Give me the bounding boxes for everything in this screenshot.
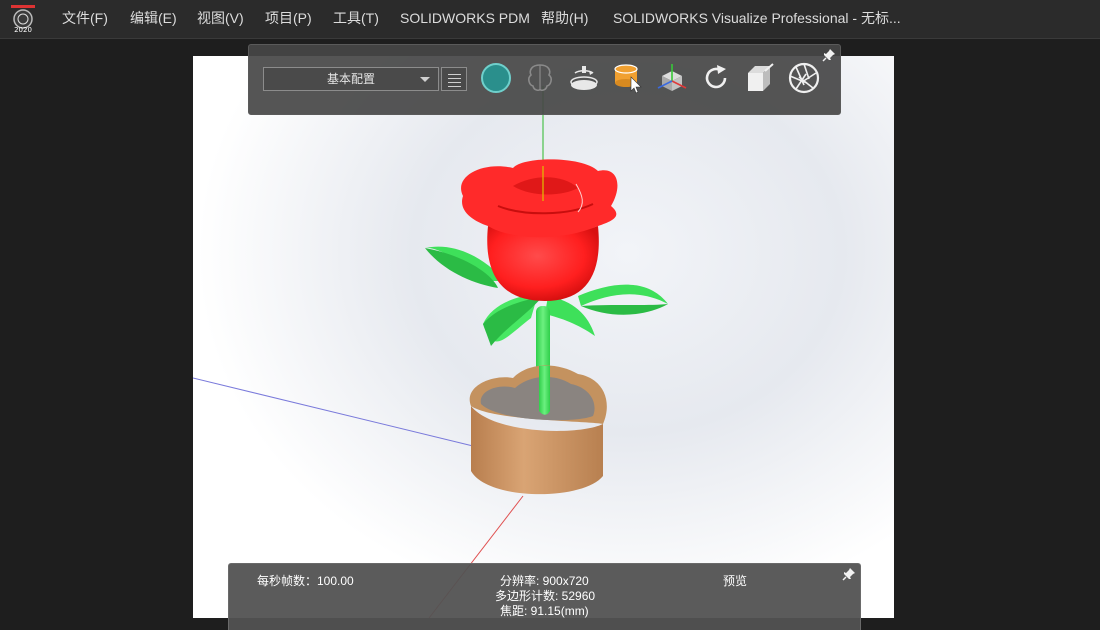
pin-icon[interactable] xyxy=(842,567,856,581)
menu-file[interactable]: 文件(F) xyxy=(62,0,108,38)
leaf-right xyxy=(578,284,668,306)
window-title: SOLIDWORKS Visualize Professional - 无标..… xyxy=(613,10,901,26)
box-camera-icon[interactable] xyxy=(743,61,777,95)
render-mode-label: 预览 xyxy=(723,574,748,588)
rose-bloom xyxy=(487,226,599,301)
brain-icon[interactable] xyxy=(523,61,557,95)
floating-toolbar: 基本配置 xyxy=(248,44,841,115)
pin-icon[interactable] xyxy=(822,48,836,62)
app-logo-icon[interactable]: 2020 xyxy=(10,5,36,34)
select-part-icon[interactable] xyxy=(611,61,645,95)
aperture-icon[interactable] xyxy=(787,61,821,95)
refresh-icon[interactable] xyxy=(699,61,733,95)
menu-tools[interactable]: 工具(T) xyxy=(333,0,379,38)
focal-length-readout: 焦距: 91.15(mm) xyxy=(500,604,589,618)
configuration-label: 基本配置 xyxy=(326,72,375,86)
x-axis-line xyxy=(193,377,474,447)
menu-edit[interactable]: 编辑(E) xyxy=(130,0,177,38)
configuration-list-button[interactable] xyxy=(441,67,467,91)
menu-bar: 2020 文件(F) 编辑(E) 视图(V) 项目(P) 工具(T) SOLID… xyxy=(0,0,1100,39)
configuration-select[interactable]: 基本配置 xyxy=(263,67,439,91)
turntable-icon[interactable] xyxy=(567,61,601,95)
chevron-down-icon xyxy=(420,77,430,82)
menu-view[interactable]: 视图(V) xyxy=(197,0,244,38)
render-viewport[interactable] xyxy=(193,56,894,618)
menu-project[interactable]: 项目(P) xyxy=(265,0,312,38)
rose-petals-top xyxy=(461,159,618,238)
menu-pdm[interactable]: SOLIDWORKS PDM xyxy=(400,0,530,38)
sphere-icon[interactable] xyxy=(479,61,513,95)
logo-year: 2020 xyxy=(14,26,32,33)
axis-cube-icon[interactable] xyxy=(655,61,689,95)
status-panel: 每秒帧数：100.00 分辨率: 900x720 多边形计数: 52960 焦距… xyxy=(228,563,861,630)
menu-help[interactable]: 帮助(H) xyxy=(541,0,588,38)
fps-readout: 每秒帧数：100.00 xyxy=(257,574,354,588)
rose-scene xyxy=(193,86,668,618)
